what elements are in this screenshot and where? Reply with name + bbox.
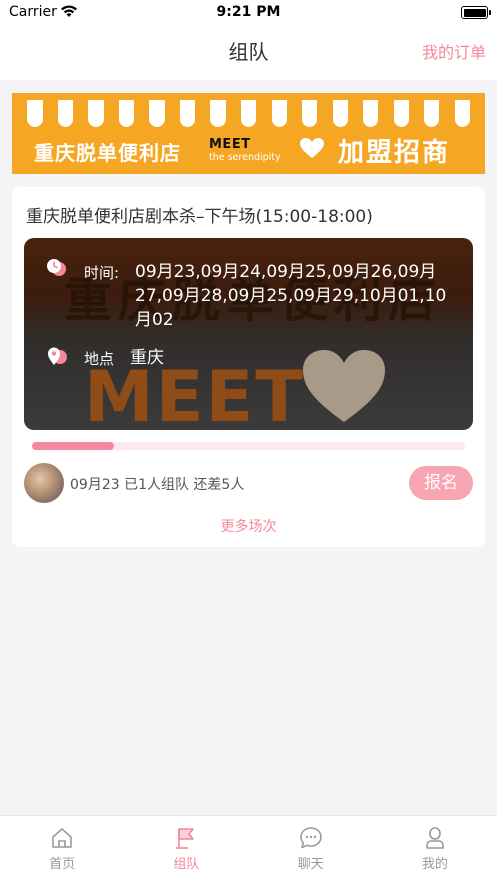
event-photo[interactable]: 重庆脱单便利店 MEET 时间: 09月23,09月24,09月25,09月26…	[24, 238, 473, 430]
avatar[interactable]	[24, 463, 64, 503]
tab-chat-label: 聊天	[297, 857, 324, 872]
franchise-banner[interactable]: 重庆脱单便利店 MEET the serendipity 加盟招商	[12, 93, 485, 174]
battery-icon	[461, 6, 491, 19]
tab-bar: 首页 组队 聊天 我的	[0, 815, 497, 883]
tab-home-label: 首页	[49, 857, 76, 872]
team-progress-bar	[32, 442, 465, 450]
tab-team-label: 组队	[173, 857, 200, 872]
team-flag-icon	[176, 828, 195, 849]
heart-icon	[300, 138, 324, 158]
home-icon	[52, 828, 72, 848]
time-value: 09月23,09月24,09月25,09月26,09月27,09月28,09月2…	[135, 262, 447, 330]
tab-profile[interactable]: 我的	[373, 816, 497, 883]
profile-icon	[426, 827, 444, 849]
tab-team[interactable]: 组队	[124, 816, 248, 883]
chat-icon	[299, 827, 322, 849]
banner-meet-logo: MEET	[209, 137, 251, 152]
tab-chat[interactable]: 聊天	[249, 816, 373, 883]
status-time: 9:21 PM	[216, 4, 281, 20]
session-status: 09月23 已1人组队 还差5人	[70, 477, 245, 493]
location-label: 地点	[84, 350, 115, 368]
clock-icon	[47, 259, 66, 276]
team-progress-fill	[32, 442, 115, 450]
location-value: 重庆	[130, 348, 164, 368]
nav-bar: 组队 我的订单	[0, 26, 497, 80]
banner-store-name: 重庆脱单便利店	[34, 141, 181, 165]
more-sessions-link[interactable]: 更多场次	[12, 516, 485, 536]
location-pin-icon	[48, 347, 67, 365]
my-orders-link[interactable]: 我的订单	[422, 39, 486, 63]
banner-meet-subtitle: the serendipity	[209, 152, 281, 163]
tab-home[interactable]: 首页	[0, 816, 124, 883]
banner-franchise-text: 加盟招商	[338, 138, 451, 168]
time-label: 时间:	[84, 264, 120, 282]
tab-profile-label: 我的	[421, 857, 448, 872]
event-title[interactable]: 重庆脱单便利店剧本杀–下午场(15:00-18:00)	[26, 202, 373, 227]
status-bar: Carrier 9:21 PM	[0, 0, 497, 26]
signup-button[interactable]: 报名	[409, 466, 473, 500]
event-card: 重庆脱单便利店剧本杀–下午场(15:00-18:00) 重庆脱单便利店 MEET…	[12, 187, 485, 547]
